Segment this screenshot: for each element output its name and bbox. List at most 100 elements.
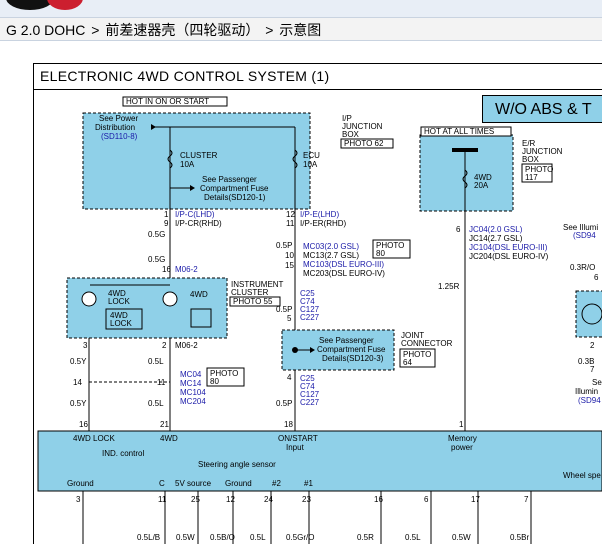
ecm-n2: #2 <box>272 479 281 488</box>
ll-w05l-a: 0.5L <box>148 357 164 366</box>
wire-color-label: 0.5L <box>405 533 421 542</box>
connector-pin: 24 <box>264 495 273 504</box>
connector-pin: 23 <box>302 495 311 504</box>
mc14-ref[interactable]: MC14 <box>180 379 202 388</box>
cluster-fuse-amp: 10A <box>180 160 195 169</box>
ecm-power: power <box>451 443 473 452</box>
joint-see-3: Details(SD120-3) <box>322 354 384 363</box>
wire-color-label: 0.5L <box>250 533 266 542</box>
ip-junction-3: BOX <box>342 130 360 139</box>
wire-color-label: 0.5L/B <box>137 533 160 542</box>
jc104-ref[interactable]: JC104(DSL EURO-III) <box>469 243 548 252</box>
fwd-lamp-label: 4WD <box>190 290 208 299</box>
hot-all-label: HOT AT ALL TIMES <box>424 127 494 136</box>
ecm-steering: Steering angle sensor <box>198 460 276 469</box>
wire-125r: 1.25R <box>438 282 460 291</box>
c227-b[interactable]: C227 <box>300 398 320 407</box>
m062-a-label[interactable]: M06-2 <box>175 265 198 274</box>
wire-color-label: 0.5W <box>176 533 195 542</box>
pin16: 16 <box>162 265 171 274</box>
ll-pin14: 14 <box>73 378 82 387</box>
wire-color-label: 0.5Br <box>510 533 529 542</box>
photo55-label[interactable]: PHOTO 55 <box>233 297 273 306</box>
mc204-ref[interactable]: MC204 <box>180 397 206 406</box>
see-pass1-a: See Passenger <box>202 175 257 184</box>
ecm-module <box>37 430 602 492</box>
see-power-label: See Power <box>99 114 138 123</box>
pin6: 6 <box>456 225 461 234</box>
ipcr-rhd-label: I/P-CR(RHD) <box>175 219 222 228</box>
ecm-input: Input <box>286 443 305 452</box>
fwd-fuse-amp: 20A <box>474 181 489 190</box>
rs-pin7: 7 <box>590 365 595 374</box>
ll-pin21: 21 <box>160 420 169 429</box>
wire-05g-b: 0.5G <box>148 255 165 264</box>
ecu-fuse-name: ECU <box>303 151 320 160</box>
connector-pin: 11 <box>158 495 167 504</box>
jc04-ref[interactable]: JC04(2.0 GSL) <box>469 225 523 234</box>
wire-05p: 0.5P <box>276 241 292 250</box>
ecm-n1: #1 <box>304 479 313 488</box>
connector-pin: 25 <box>191 495 200 504</box>
ll-pin3: 3 <box>83 341 88 350</box>
cluster-fuse-name: CLUSTER <box>180 151 218 160</box>
jc14-label: JC14(2.7 GSL) <box>469 234 523 243</box>
joint-label-2: CONNECTOR <box>401 339 453 348</box>
ipc-lhd-label[interactable]: I/P-C(LHD) <box>175 210 215 219</box>
see-pass1-b: Compartment Fuse <box>200 184 269 193</box>
ll-pin16: 16 <box>79 420 88 429</box>
photo80b-2[interactable]: 80 <box>210 377 219 386</box>
pin4: 4 <box>287 373 292 382</box>
ecm-ground: Ground <box>67 479 94 488</box>
photo62-label[interactable]: PHOTO 62 <box>344 139 384 148</box>
ecm-fwd-lock: 4WD LOCK <box>73 434 115 443</box>
lock-label-b: LOCK <box>108 297 130 306</box>
mc103-ref[interactable]: MC103(DSL EURO-III) <box>303 260 384 269</box>
connector-pin: 17 <box>471 495 480 504</box>
photo80a-2[interactable]: 80 <box>376 249 385 258</box>
pin12: 12 <box>286 210 295 219</box>
wire-05p-mid: 0.5P <box>276 305 292 314</box>
mc104-ref[interactable]: MC104 <box>180 388 206 397</box>
ll-pin18: 18 <box>284 420 293 429</box>
ecm-wheel-speed: Wheel spe <box>563 471 601 480</box>
ll-pin1: 1 <box>459 420 464 429</box>
bottom-connectors: 3 11 25 12 24 23 16 6 17 7 0.5L/B 0.5W 0.5B/O 0.5L 0.5… <box>76 491 532 544</box>
sd110-ref[interactable]: (SD110-8) <box>101 132 138 141</box>
lamp-label-b: LOCK <box>110 319 132 328</box>
connector-pin: 3 <box>76 495 81 504</box>
photo64-b[interactable]: 64 <box>403 358 412 367</box>
wiring-diagram: HOT IN ON OR START See Power Distributio… <box>37 96 602 544</box>
mc03-ref[interactable]: MC03(2.0 GSL) <box>303 242 359 251</box>
distribution-label: Distribution <box>95 123 135 132</box>
mc04-ref[interactable]: MC04 <box>180 370 202 379</box>
rs-pin2: 2 <box>590 341 595 350</box>
ll-w05y-b: 0.5Y <box>70 399 87 408</box>
mc13-label: MC13(2.7 GSL) <box>303 251 359 260</box>
wire-color-label: 0.5R <box>357 533 374 542</box>
ecm-c: C <box>159 479 165 488</box>
w03ro-label: 0.3R/O <box>570 263 595 272</box>
er-junction-3: BOX <box>522 155 540 164</box>
pin5: 5 <box>287 314 292 323</box>
jc204-label: JC204(DSL EURO-IV) <box>469 252 549 261</box>
c227-a[interactable]: C227 <box>300 313 320 322</box>
ecu-fuse-amp: 10A <box>303 160 318 169</box>
see-pass1-c: Details(SD120-1) <box>204 193 266 202</box>
connector-pin: 16 <box>374 495 383 504</box>
ecm-5v: 5V source <box>175 479 212 488</box>
ll-w05p-b: 0.5P <box>276 399 292 408</box>
ll-pin11: 11 <box>157 378 166 387</box>
photo117-b[interactable]: 117 <box>525 173 538 182</box>
ecm-on-start: ON/START <box>278 434 318 443</box>
pin10: 10 <box>285 251 294 260</box>
ipe-lhd-label[interactable]: I/P-E(LHD) <box>300 210 339 219</box>
ecm-fwd: 4WD <box>160 434 178 443</box>
connector-pin: 6 <box>424 495 429 504</box>
mc203-label: MC203(DSL EURO-IV) <box>303 269 385 278</box>
m062-b-label[interactable]: M06-2 <box>175 341 198 350</box>
sd94a-ref[interactable]: (SD94 <box>573 231 596 240</box>
pin6b-label: 6 <box>594 273 599 282</box>
rs-sd94b[interactable]: (SD94 <box>578 396 601 405</box>
connector-pin: 7 <box>524 495 529 504</box>
